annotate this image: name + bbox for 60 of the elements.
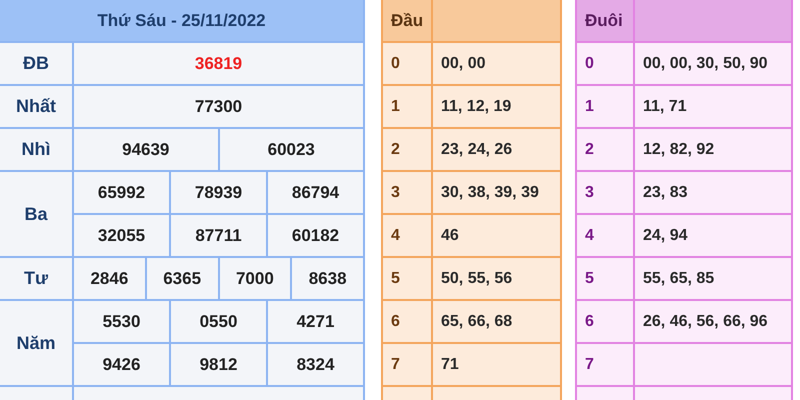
prize-number: 87711 [169, 215, 266, 256]
digit-cell: 0 [383, 43, 433, 84]
prize-label: Năm [0, 301, 74, 385]
digit-cell: 1 [577, 86, 635, 127]
prize-number: 36819 [194, 52, 244, 74]
numbers-cell-text: 24, 94 [642, 226, 688, 246]
digit-cell: 5 [383, 258, 433, 299]
digit-cell: 5 [577, 258, 635, 299]
prize-number: 60182 [266, 215, 363, 256]
numbers-cell-text: 65, 66, 68 [440, 312, 514, 332]
prize-number: 0550 [169, 301, 266, 342]
prize-label: Ba [0, 172, 74, 256]
digit-cell: 7 [383, 344, 433, 385]
prize-number: 6365 [144, 258, 218, 299]
column-header: Đầu [383, 0, 433, 41]
prize-number: 60023 [218, 129, 363, 170]
prize-number: 65992 [96, 182, 146, 204]
numbers-cell-text: 46 [440, 226, 460, 246]
digit-cell: 3 [383, 172, 433, 213]
numbers-cell-text: 12, 82, 92 [642, 140, 716, 160]
numbers-cell-text: 26, 46, 56, 66, 96 [642, 312, 769, 332]
numbers-cell-text: 23, 24, 26 [440, 140, 514, 160]
digit-cell: 7 [577, 344, 635, 385]
prize-label: Tư [0, 258, 74, 299]
prize-number: 77300 [194, 96, 244, 118]
prize-number: 32055 [96, 224, 146, 246]
digit-cell: 6 [577, 301, 635, 342]
prize-number: 78939 [169, 172, 266, 213]
numbers-cell-text: 11, 71 [642, 96, 688, 116]
digit-cell: 4 [577, 215, 635, 256]
column-header: Đuôi [577, 0, 635, 41]
table-title: Thứ Sáu - 25/11/2022 [0, 0, 363, 43]
digit-cell: 4 [383, 215, 433, 256]
numbers-cell-text: 00, 00, 30, 50, 90 [642, 54, 769, 74]
prize-number: 8638 [290, 258, 363, 299]
prize-number: 94639 [121, 138, 170, 160]
digit-cell: 6 [383, 301, 433, 342]
digit-cell: 0 [577, 43, 635, 84]
prize-number: 8324 [266, 344, 363, 385]
prize-number: 2846 [89, 268, 130, 290]
prize-number: 86794 [266, 172, 363, 213]
prize-label: ĐB [0, 43, 74, 84]
numbers-cell-text: 71 [440, 354, 460, 374]
digit-cell: 2 [577, 129, 635, 170]
prize-number: 9426 [102, 354, 142, 376]
prize-number: 4271 [266, 301, 363, 342]
numbers-cell-text: 30, 38, 39, 39 [440, 182, 540, 202]
digit-cell: 1 [383, 86, 433, 127]
prize-label: Nhất [0, 86, 74, 127]
numbers-cell-text: 50, 55, 56 [440, 268, 514, 288]
numbers-cell-text: 00, 00 [440, 54, 486, 74]
prize-number: 9812 [169, 344, 266, 385]
numbers-cell-text: 11, 12, 19 [440, 96, 512, 116]
prize-number: 7000 [218, 258, 290, 299]
prize-number: 5530 [102, 310, 142, 332]
digit-cell: 2 [383, 129, 433, 170]
digit-cell: 3 [577, 172, 635, 213]
numbers-cell-text: 55, 65, 85 [642, 268, 716, 288]
numbers-cell-text: 23, 83 [642, 182, 688, 202]
prize-label: Nhì [0, 129, 74, 170]
